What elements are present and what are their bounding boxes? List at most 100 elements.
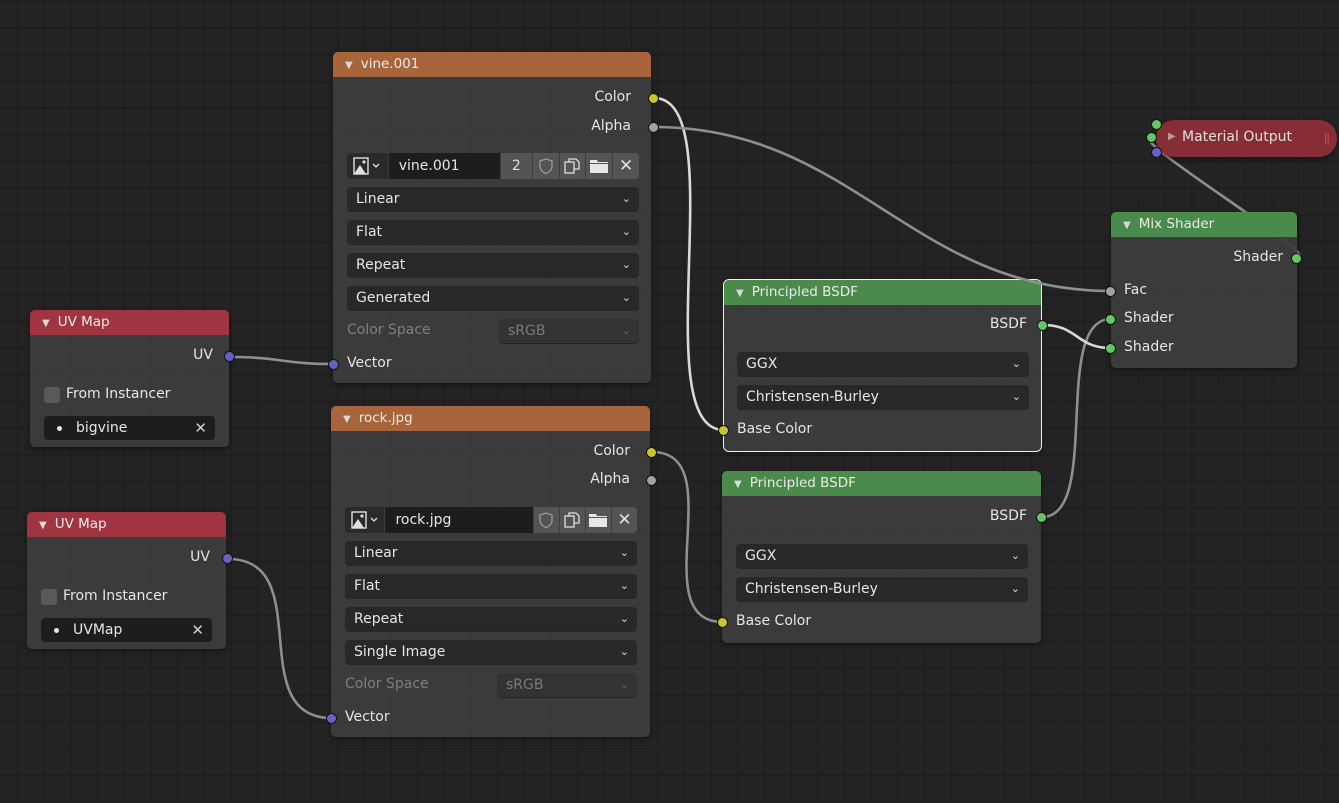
socket-mix-fac-input[interactable]	[1105, 286, 1116, 297]
chevron-down-icon: ⌄	[619, 612, 629, 625]
collapse-triangle-icon[interactable]: ▼	[39, 513, 47, 538]
fake-user-button[interactable]	[532, 153, 560, 179]
link-uvmap2-to-rock-vector[interactable]	[226, 557, 334, 720]
node-uv-map-uvmap[interactable]: ▼ UV Map UV From Instancer UVMap ✕	[27, 512, 226, 649]
socket-uvmap1-uv-output[interactable]	[224, 351, 235, 362]
from-instancer-checkbox[interactable]	[41, 589, 57, 605]
unlink-image-button[interactable]: ✕	[611, 507, 637, 533]
node-header[interactable]: ▼ Mix Shader	[1111, 212, 1297, 237]
socket-bsdf1-base-color-input[interactable]	[718, 425, 729, 436]
chevron-down-icon: ⌄	[619, 546, 629, 559]
link-vine-alpha-to-mix-fac[interactable]	[652, 125, 1113, 293]
interpolation-dropdown[interactable]: Linear ⌄	[347, 187, 639, 211]
collapse-triangle-icon[interactable]: ▼	[343, 407, 351, 432]
distribution-dropdown[interactable]: GGX ⌄	[736, 544, 1028, 568]
open-image-button[interactable]	[585, 507, 612, 533]
node-material-output[interactable]: ▶ Material Output ||	[1156, 120, 1337, 157]
node-header[interactable]: ▼ Principled BSDF	[722, 471, 1041, 496]
image-selector[interactable]: rock.jpg ✕	[345, 507, 637, 533]
socket-vine-alpha-output[interactable]	[648, 122, 659, 133]
input-base-color-label: Base Color	[737, 421, 813, 437]
socket-mix-shader1-input[interactable]	[1105, 314, 1116, 325]
collapse-triangle-icon[interactable]: ▼	[42, 311, 50, 336]
node-header[interactable]: ▼ vine.001	[333, 52, 651, 77]
socket-output-displacement-input[interactable]	[1151, 147, 1162, 158]
collapse-triangle-icon[interactable]: ▼	[734, 472, 742, 497]
close-icon[interactable]: ✕	[194, 416, 207, 440]
projection-dropdown[interactable]: Flat ⌄	[347, 220, 639, 244]
open-image-button[interactable]	[586, 153, 614, 179]
link-uvmap1-to-vine-vector[interactable]	[228, 355, 335, 366]
socket-vine-color-output[interactable]	[648, 93, 659, 104]
image-browse-button[interactable]	[345, 507, 386, 533]
socket-mix-shader-output[interactable]	[1291, 253, 1302, 264]
node-header[interactable]: ▼ Principled BSDF	[724, 280, 1041, 305]
image-browse-button[interactable]	[347, 153, 389, 179]
output-alpha-label: Alpha	[591, 118, 631, 134]
shield-icon	[539, 158, 553, 175]
uv-map-field[interactable]: UVMap ✕	[41, 618, 212, 642]
color-space-dropdown: sRGB ⌄	[499, 319, 639, 343]
socket-output-surface-input[interactable]	[1151, 119, 1162, 130]
chevron-down-icon: ⌄	[621, 258, 631, 271]
node-header[interactable]: ▼ UV Map	[27, 512, 226, 537]
node-principled-bsdf-2[interactable]: ▼ Principled BSDF BSDF GGX ⌄ Christensen-B…	[722, 471, 1041, 643]
collapse-triangle-icon[interactable]: ▼	[345, 53, 353, 78]
node-principled-bsdf-1[interactable]: ▼ Principled BSDF BSDF GGX ⌄ Christensen-B…	[723, 279, 1042, 452]
socket-bsdf2-base-color-input[interactable]	[717, 617, 728, 628]
link-rock-color-to-bsdf2[interactable]	[650, 450, 725, 624]
socket-bsdf1-bsdf-output[interactable]	[1037, 320, 1048, 331]
image-users-count[interactable]: 2	[500, 153, 533, 179]
expand-triangle-icon[interactable]: ▶	[1168, 131, 1176, 142]
node-header[interactable]: ▼ UV Map	[30, 310, 229, 335]
node-title: Material Output	[1182, 129, 1292, 145]
image-selector[interactable]: vine.001 2 ✕	[347, 153, 639, 179]
interpolation-dropdown[interactable]: Linear ⌄	[345, 541, 637, 565]
node-title: vine.001	[360, 56, 420, 72]
node-header[interactable]: ▼ rock.jpg	[331, 406, 650, 431]
projection-dropdown[interactable]: Flat ⌄	[345, 574, 637, 598]
image-name-field[interactable]: rock.jpg	[385, 507, 534, 533]
node-image-texture-rock[interactable]: ▼ rock.jpg Color Alpha rock.jpg ✕ Linear ⌄…	[331, 406, 650, 737]
from-instancer-label[interactable]: From Instancer	[66, 386, 170, 402]
link-bsdf1-to-mix-shader2[interactable]	[1041, 323, 1113, 350]
socket-output-volume-input[interactable]	[1146, 132, 1157, 143]
socket-rock-vector-input[interactable]	[326, 713, 337, 724]
node-mix-shader[interactable]: ▼ Mix Shader Shader Fac Shader Shader	[1111, 212, 1297, 368]
socket-mix-shader2-input[interactable]	[1105, 343, 1116, 354]
link-bsdf2-to-mix-shader1[interactable]	[1040, 317, 1113, 519]
socket-uvmap2-uv-output[interactable]	[222, 553, 233, 564]
node-image-texture-vine[interactable]: ▼ vine.001 Color Alpha vine.001 2 ✕ Linea…	[333, 52, 651, 383]
output-color-label: Color	[594, 89, 631, 105]
fake-user-button[interactable]	[533, 507, 560, 533]
extension-dropdown[interactable]: Repeat ⌄	[347, 253, 639, 277]
source-dropdown[interactable]: Single Image ⌄	[345, 640, 637, 664]
close-icon[interactable]: ✕	[191, 618, 204, 642]
collapse-triangle-icon[interactable]: ▼	[736, 281, 744, 306]
unlink-image-button[interactable]: ✕	[613, 153, 639, 179]
output-bsdf-label: BSDF	[989, 508, 1027, 524]
output-alpha-label: Alpha	[590, 471, 630, 487]
duplicate-image-button[interactable]	[559, 507, 586, 533]
node-uv-map-bigvine[interactable]: ▼ UV Map UV From Instancer bigvine ✕	[30, 310, 229, 447]
chevron-down-icon: ⌄	[619, 678, 629, 691]
collapse-triangle-icon[interactable]: ▼	[1123, 213, 1131, 238]
source-dropdown[interactable]: Generated ⌄	[347, 286, 639, 310]
socket-vine-vector-input[interactable]	[328, 359, 339, 370]
from-instancer-label[interactable]: From Instancer	[63, 588, 167, 604]
subsurface-method-dropdown[interactable]: Christensen-Burley ⌄	[737, 385, 1029, 409]
extension-dropdown[interactable]: Repeat ⌄	[345, 607, 637, 631]
duplicate-image-button[interactable]	[559, 153, 587, 179]
image-name-field[interactable]: vine.001	[388, 153, 501, 179]
link-vine-color-to-bsdf1[interactable]	[652, 96, 726, 432]
uv-map-field[interactable]: bigvine ✕	[44, 416, 215, 440]
source-value: Generated	[356, 290, 431, 306]
socket-rock-color-output[interactable]	[646, 447, 657, 458]
socket-rock-alpha-output[interactable]	[646, 475, 657, 486]
from-instancer-checkbox[interactable]	[44, 387, 60, 403]
projection-value: Flat	[354, 578, 381, 594]
chevron-down-icon: ⌄	[621, 291, 631, 304]
socket-bsdf2-bsdf-output[interactable]	[1036, 512, 1047, 523]
distribution-dropdown[interactable]: GGX ⌄	[737, 352, 1029, 376]
subsurface-method-dropdown[interactable]: Christensen-Burley ⌄	[736, 577, 1028, 601]
